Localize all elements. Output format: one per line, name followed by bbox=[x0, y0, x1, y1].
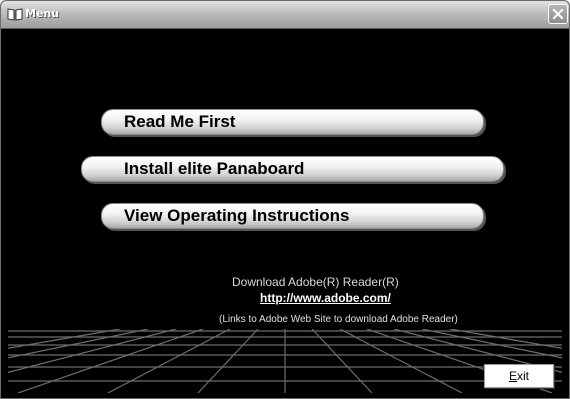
menu-content: Read Me First Install elite Panaboard Vi… bbox=[8, 29, 562, 393]
read-me-first-button[interactable]: Read Me First bbox=[101, 109, 484, 135]
install-panaboard-button[interactable]: Install elite Panaboard bbox=[81, 156, 504, 182]
menu-window: Menu Read Me First Install elite Panaboa… bbox=[0, 0, 570, 399]
close-icon bbox=[552, 8, 564, 20]
title-bar[interactable]: Menu bbox=[1, 1, 569, 29]
close-button[interactable] bbox=[548, 4, 568, 24]
exit-hotkey-letter: E bbox=[508, 369, 517, 383]
adobe-link-note: (Links to Adobe Web Site to download Ado… bbox=[219, 314, 458, 325]
exit-button[interactable]: Exit bbox=[484, 364, 554, 388]
floor-grid-graphic bbox=[8, 329, 562, 393]
adobe-website-link[interactable]: http://www.adobe.com/ bbox=[260, 291, 391, 305]
book-icon bbox=[7, 7, 23, 21]
window-title: Menu bbox=[25, 7, 60, 20]
view-operating-instructions-button[interactable]: View Operating Instructions bbox=[101, 203, 484, 229]
download-adobe-reader-text: Download Adobe(R) Reader(R) bbox=[232, 275, 399, 289]
exit-label-rest: xit bbox=[517, 369, 529, 383]
